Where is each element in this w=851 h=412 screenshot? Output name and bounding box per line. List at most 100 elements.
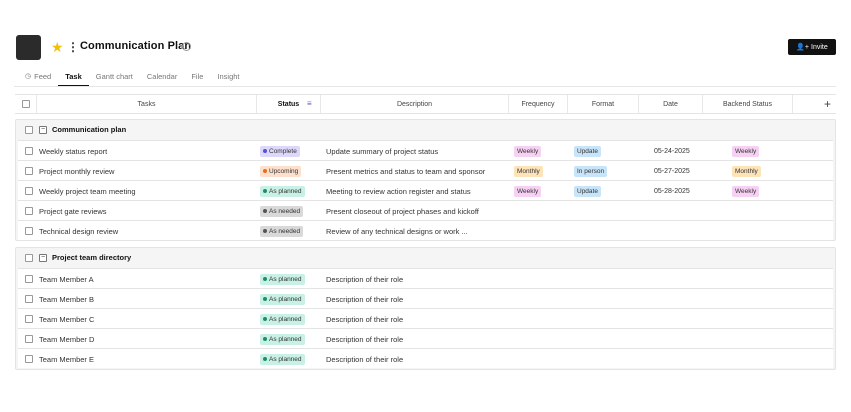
- backend-status-cell[interactable]: Weekly: [732, 181, 760, 201]
- status-cell[interactable]: Upcoming: [260, 161, 302, 181]
- row-checkbox[interactable]: [25, 147, 33, 155]
- add-user-icon: 👤+: [796, 44, 810, 51]
- table-row[interactable]: Team Member C As planned Description of …: [18, 308, 833, 328]
- status-cell[interactable]: As planned: [260, 349, 305, 369]
- status-dot: [263, 169, 267, 173]
- status-label: As planned: [269, 275, 302, 283]
- row-checkbox[interactable]: [25, 275, 33, 283]
- format-cell[interactable]: Update: [574, 141, 601, 161]
- more-vertical-icon[interactable]: ⋮: [67, 39, 79, 55]
- status-badge[interactable]: Upcoming: [260, 165, 302, 177]
- column-tasks[interactable]: Tasks: [37, 95, 257, 113]
- tab-insight-label: Insight: [217, 72, 240, 81]
- tab-insight[interactable]: Insight: [210, 70, 246, 87]
- table-row[interactable]: Project gate reviews As needed Present c…: [18, 200, 833, 220]
- status-label: Upcoming: [269, 167, 299, 175]
- group-checkbox[interactable]: [25, 126, 33, 134]
- tab-feed[interactable]: ◷ Feed: [18, 70, 58, 87]
- group-title: Communication plan: [52, 125, 127, 134]
- collapse-icon[interactable]: −: [39, 126, 47, 134]
- tab-divider: [14, 86, 836, 87]
- backend-status-cell[interactable]: Weekly: [732, 141, 760, 161]
- status-badge[interactable]: As planned: [260, 293, 305, 305]
- backend-status-tag: Monthly: [732, 165, 761, 177]
- row-checkbox[interactable]: [25, 187, 33, 195]
- table-row[interactable]: Team Member E As planned Description of …: [18, 348, 833, 368]
- table-row[interactable]: Team Member B As planned Description of …: [18, 288, 833, 308]
- table-row[interactable]: Project monthly review Upcoming Present …: [18, 160, 833, 180]
- row-checkbox[interactable]: [25, 295, 33, 303]
- status-badge[interactable]: As needed: [260, 205, 304, 217]
- tab-file[interactable]: File: [184, 70, 210, 87]
- select-all-checkbox[interactable]: [21, 100, 30, 108]
- group-header: − Communication plan: [16, 120, 835, 140]
- status-cell[interactable]: As needed: [260, 201, 304, 221]
- frequency-cell[interactable]: Weekly: [514, 181, 542, 201]
- row-checkbox[interactable]: [25, 207, 33, 215]
- status-badge[interactable]: As planned: [260, 313, 305, 325]
- status-cell[interactable]: As planned: [260, 289, 305, 309]
- tab-task[interactable]: Task: [58, 70, 89, 87]
- backend-status-cell[interactable]: Monthly: [732, 161, 761, 181]
- row-checkbox[interactable]: [25, 355, 33, 363]
- tab-feed-label: Feed: [34, 72, 52, 81]
- star-icon[interactable]: ★: [51, 39, 64, 55]
- tab-gantt-chart[interactable]: Gantt chart: [89, 70, 140, 87]
- frequency-cell[interactable]: Weekly: [514, 141, 542, 161]
- globe-icon[interactable]: [182, 42, 191, 51]
- status-badge[interactable]: As planned: [260, 273, 305, 285]
- backend-status-tag: Weekly: [732, 185, 760, 197]
- table-row[interactable]: Team Member D As planned Description of …: [18, 328, 833, 348]
- tab-calendar[interactable]: Calendar: [140, 70, 184, 87]
- format-cell[interactable]: Update: [574, 181, 601, 201]
- group-checkbox[interactable]: [25, 254, 33, 262]
- filter-icon[interactable]: ≡: [307, 100, 315, 108]
- status-badge[interactable]: Complete: [260, 145, 300, 157]
- column-description[interactable]: Description: [321, 95, 509, 113]
- format-tag: Update: [574, 185, 601, 197]
- table-row[interactable]: Team Member A As planned Description of …: [18, 268, 833, 288]
- status-dot: [263, 297, 267, 301]
- task-name: Project monthly review: [39, 166, 115, 176]
- tab-calendar-label: Calendar: [146, 72, 178, 81]
- column-status-label: Status: [277, 100, 300, 108]
- row-checkbox[interactable]: [25, 227, 33, 235]
- date-cell[interactable]: 05-24-2025: [654, 141, 690, 161]
- status-badge[interactable]: As planned: [260, 333, 305, 345]
- status-cell[interactable]: Complete: [260, 141, 300, 161]
- group-communication-plan: − Communication plan Weekly status repor…: [15, 119, 836, 241]
- status-cell[interactable]: As planned: [260, 329, 305, 349]
- status-cell[interactable]: As planned: [260, 309, 305, 329]
- table-row[interactable]: Technical design review As needed Review…: [18, 220, 833, 240]
- row-checkbox[interactable]: [25, 315, 33, 323]
- frequency-cell[interactable]: Monthly: [514, 161, 543, 181]
- collapse-icon[interactable]: −: [39, 254, 47, 262]
- column-status[interactable]: Status ≡: [257, 95, 321, 113]
- row-checkbox[interactable]: [25, 167, 33, 175]
- task-name: Team Member D: [39, 334, 95, 344]
- description: Description of their role: [326, 294, 404, 304]
- date-cell[interactable]: 05-28-2025: [654, 181, 690, 201]
- task-name: Project gate reviews: [39, 206, 107, 216]
- description: Description of their role: [326, 334, 404, 344]
- status-cell[interactable]: As planned: [260, 269, 305, 289]
- status-dot: [263, 209, 267, 213]
- description: Present metrics and status to team and s…: [326, 166, 486, 176]
- column-format[interactable]: Format: [568, 95, 639, 113]
- column-frequency[interactable]: Frequency: [509, 95, 568, 113]
- status-badge[interactable]: As needed: [260, 225, 304, 237]
- table-row[interactable]: Weekly status report Complete Update sum…: [18, 140, 833, 160]
- status-label: As planned: [269, 355, 302, 363]
- status-cell[interactable]: As planned: [260, 181, 305, 201]
- format-cell[interactable]: In person: [574, 161, 608, 181]
- column-backend-status[interactable]: Backend Status: [703, 95, 793, 113]
- status-cell[interactable]: As needed: [260, 221, 304, 241]
- status-badge[interactable]: As planned: [260, 185, 305, 197]
- date-cell[interactable]: 05-27-2025: [654, 161, 690, 181]
- add-column-icon[interactable]: +: [824, 97, 831, 111]
- invite-button[interactable]: 👤+ Invite: [788, 39, 836, 55]
- column-date[interactable]: Date: [639, 95, 703, 113]
- status-badge[interactable]: As planned: [260, 353, 305, 365]
- row-checkbox[interactable]: [25, 335, 33, 343]
- table-row[interactable]: Weekly project team meeting As planned M…: [18, 180, 833, 200]
